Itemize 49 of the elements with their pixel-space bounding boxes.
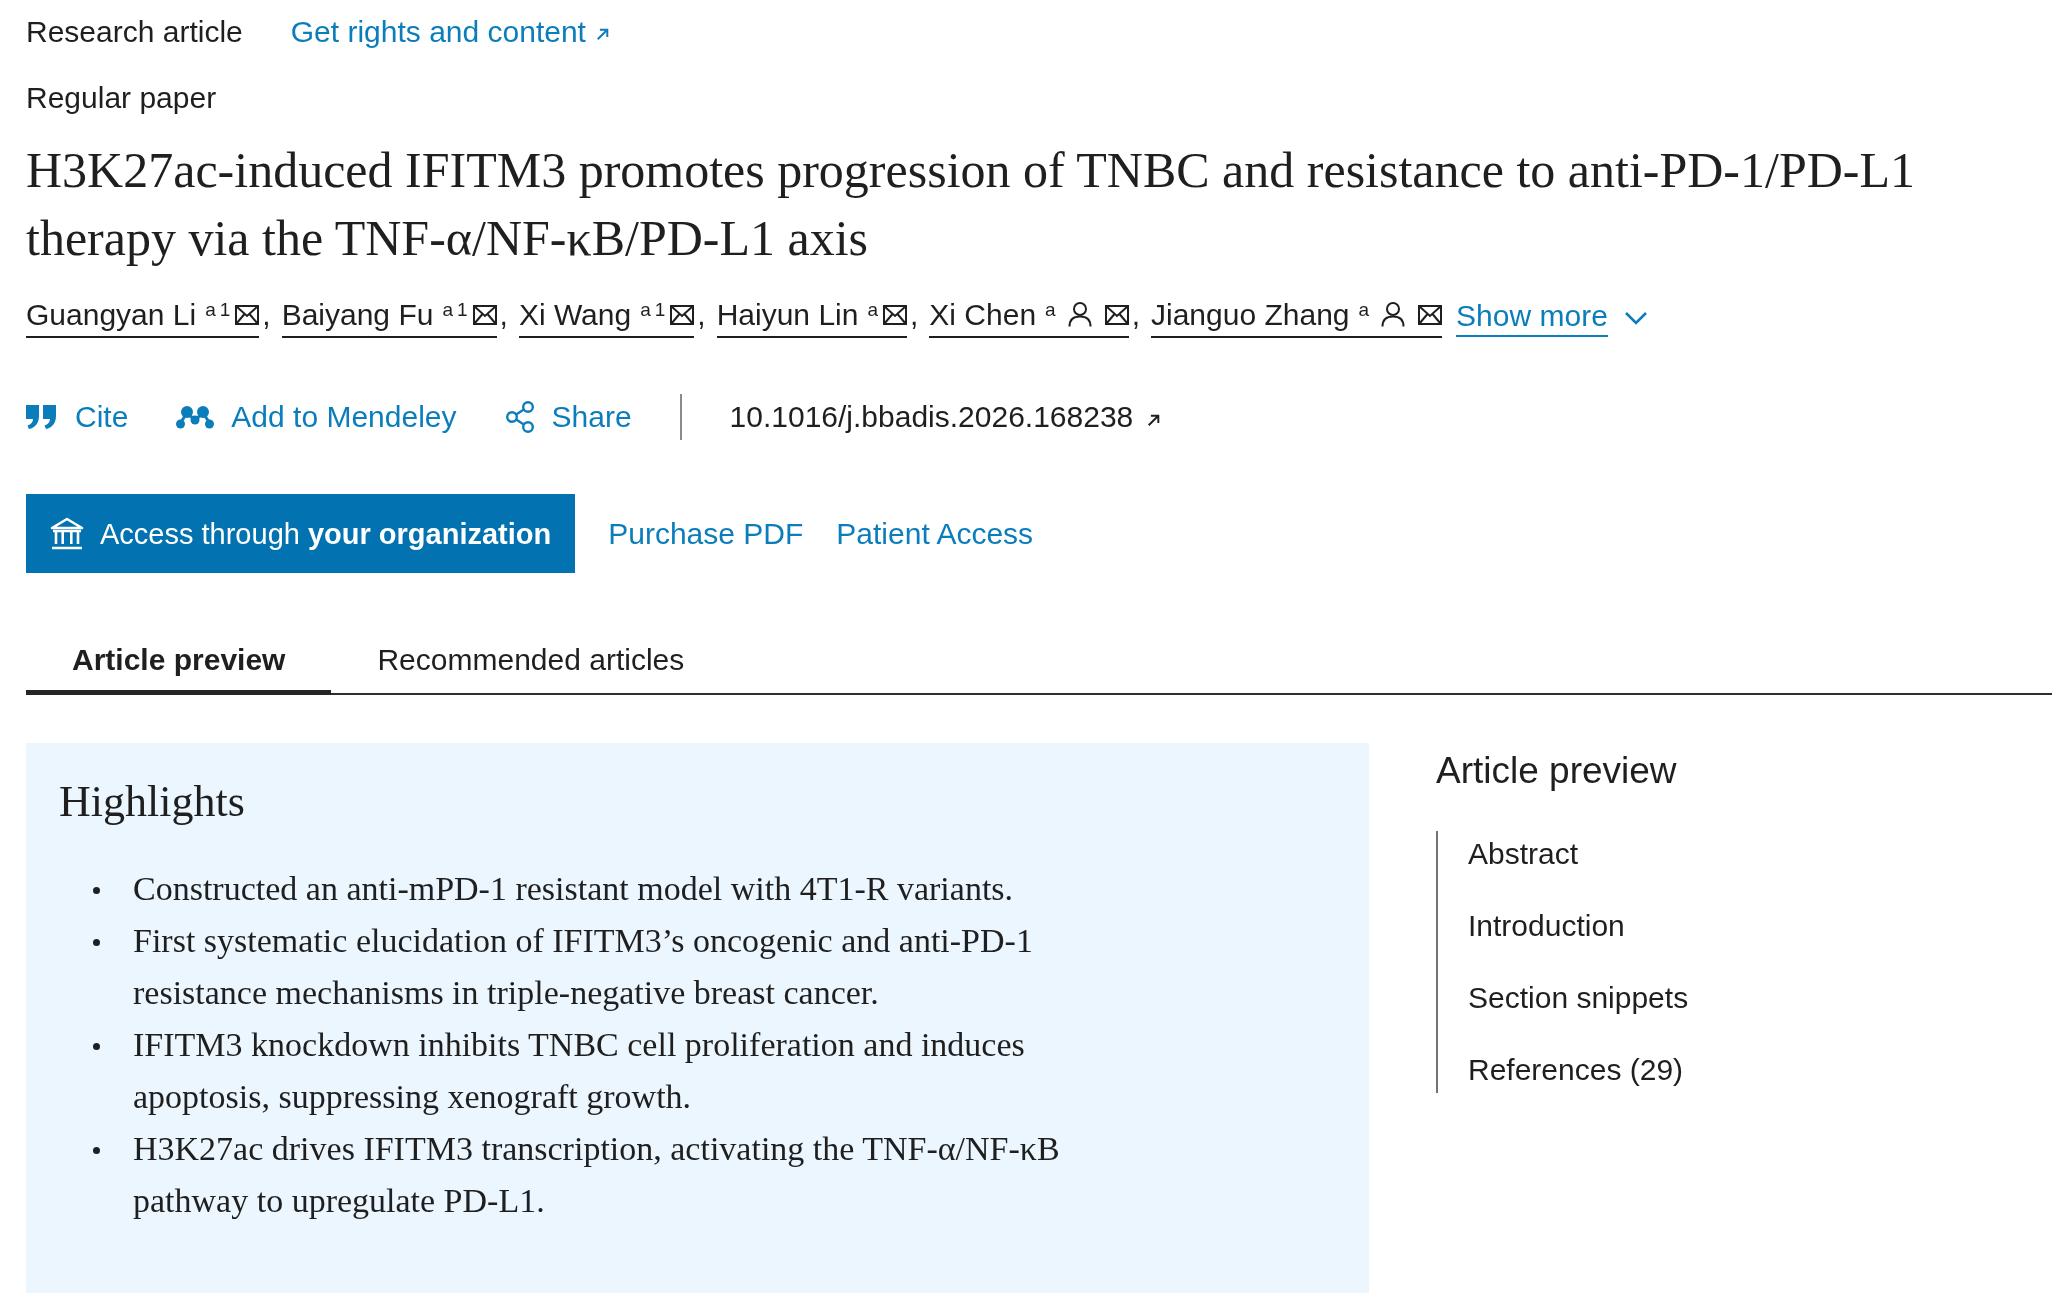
author-separator: , bbox=[1131, 298, 1140, 332]
access-link[interactable]: Purchase PDF bbox=[608, 515, 804, 552]
circles-cluster-icon bbox=[176, 405, 215, 429]
envelope-icon bbox=[235, 305, 260, 325]
highlight-text: IFITM3 knockdown inhibits TNBC cell proliferation and induces apoptosis, suppressing xenograft growth. bbox=[133, 1025, 1026, 1117]
access-button[interactable]: Access through your organization bbox=[26, 494, 576, 573]
share-icon bbox=[504, 401, 535, 433]
show-more-button[interactable]: Show more bbox=[1456, 299, 1648, 337]
envelope-icon bbox=[883, 305, 907, 325]
quote-icon bbox=[26, 404, 58, 430]
highlight-text: Constructed an anti-mPD-1 resistant model with 4T1-R variants. bbox=[133, 869, 1015, 909]
outline-link[interactable]: Abstract bbox=[1468, 837, 1579, 870]
envelope-icon bbox=[472, 305, 497, 325]
highlight-text: H3K27ac drives IFITM3 transcription, activating the TNF-α/NF-κB pathway to upregulate PD-L1. bbox=[133, 1129, 1061, 1221]
action-button[interactable]: Add to Mendeley bbox=[176, 399, 457, 435]
author-link[interactable]: Xi Chen $^{a}$ bbox=[929, 298, 1129, 338]
bullet-icon bbox=[93, 939, 100, 946]
highlights-heading: Highlights bbox=[59, 776, 245, 828]
tab[interactable]: Recommended articles bbox=[331, 632, 731, 695]
outline-link[interactable]: References (29) bbox=[1468, 1053, 1684, 1086]
bullet-icon bbox=[93, 1043, 100, 1050]
author-separator: , bbox=[262, 298, 271, 332]
institution-icon bbox=[50, 516, 84, 551]
envelope-icon bbox=[1418, 305, 1443, 325]
outline-heading: Article preview bbox=[1436, 749, 1677, 791]
envelope-icon bbox=[670, 305, 695, 325]
envelope-icon bbox=[1104, 305, 1129, 325]
doi-link[interactable]: 10.1016/j.bbadis.2026.168238 bbox=[729, 399, 1161, 435]
article-subtype: Regular paper bbox=[26, 80, 217, 116]
outline-link[interactable]: Section snippets bbox=[1468, 981, 1689, 1014]
rights-link[interactable]: Get rights and content bbox=[290, 14, 609, 50]
outline-link[interactable]: Introduction bbox=[1468, 909, 1625, 942]
external-link-icon bbox=[1147, 413, 1161, 427]
article-type: Research article bbox=[26, 14, 243, 50]
action-button[interactable]: Cite bbox=[26, 399, 129, 435]
action-button[interactable]: Share bbox=[504, 399, 632, 435]
author-separator: , bbox=[697, 298, 706, 332]
author-link[interactable]: Haiyun Lin $^{a}$ bbox=[716, 298, 907, 338]
author-link[interactable]: Jianguo Zhang $^{a}$ bbox=[1151, 298, 1443, 338]
tab[interactable]: Article preview bbox=[26, 632, 332, 695]
access-link[interactable]: Patient Access bbox=[836, 515, 1034, 552]
chevron-down-icon bbox=[1623, 311, 1648, 325]
external-link-icon bbox=[595, 27, 609, 41]
bullet-icon bbox=[93, 887, 100, 894]
bullet-icon bbox=[93, 1147, 100, 1154]
author-separator: , bbox=[910, 298, 919, 332]
author-separator: , bbox=[499, 298, 508, 332]
article-title: H3K27ac-induced IFITM3 promotes progression of TNBC and resistance to anti-PD-1/PD-L1 therapy via the TNF-α/NF-κB/PD-L1 axis bbox=[26, 141, 1916, 268]
highlight-text: First systematic elucidation of IFITM3’s oncogenic and anti-PD-1 resistance mechanisms in triple-negative breast cancer. bbox=[133, 921, 1034, 1013]
